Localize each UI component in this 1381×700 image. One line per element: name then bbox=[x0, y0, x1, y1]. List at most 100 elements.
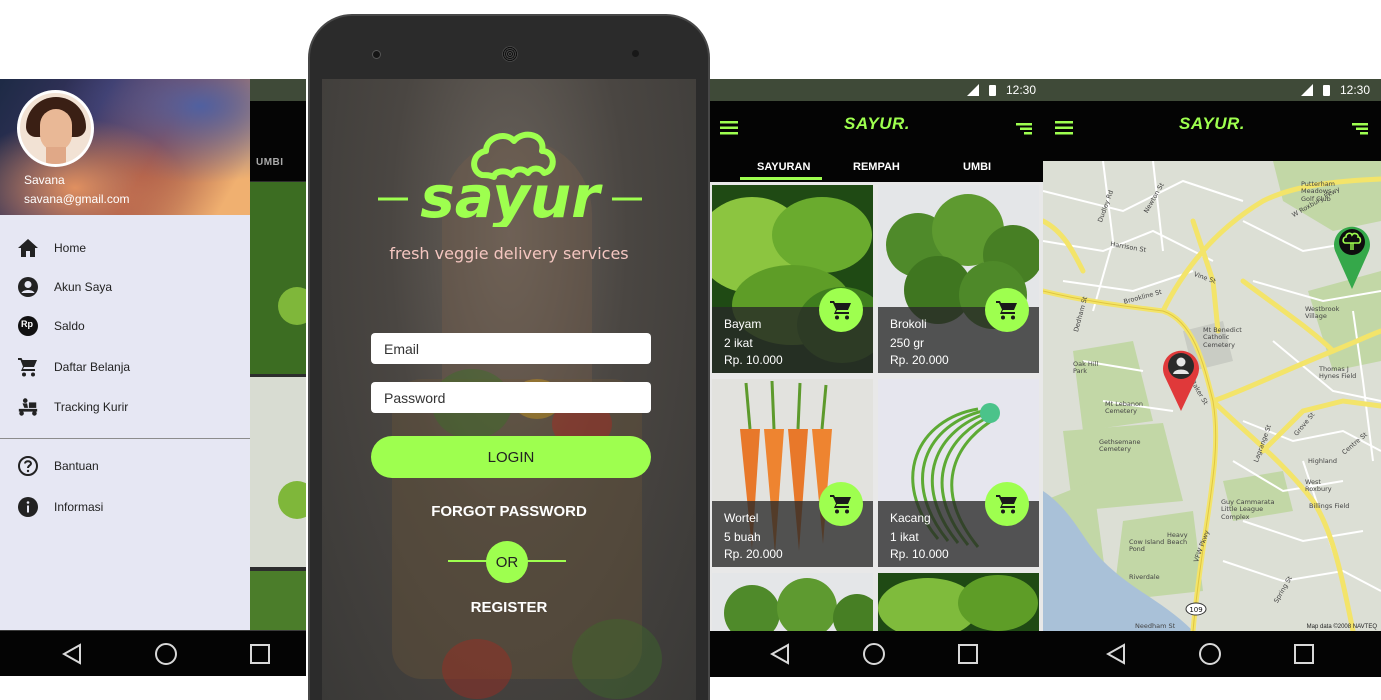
product-qty: 5 buah bbox=[724, 530, 761, 544]
product-qty: 2 ikat bbox=[724, 336, 753, 350]
cart-icon bbox=[830, 301, 851, 320]
store-location-pin[interactable] bbox=[1332, 223, 1372, 289]
product-qty: 1 ikat bbox=[890, 530, 919, 544]
underlying-card-image bbox=[250, 571, 306, 630]
back-icon[interactable] bbox=[59, 642, 85, 666]
status-time: 12:30 bbox=[1340, 83, 1371, 97]
or-divider-left bbox=[448, 560, 488, 562]
balance-icon: Rp bbox=[17, 315, 39, 337]
phone-sensor bbox=[372, 50, 381, 59]
sayur-logo: sayur bbox=[378, 131, 642, 227]
showcase-canvas: UMBI Savana savana@gmail.com Home Akun S… bbox=[0, 0, 1381, 700]
recents-icon[interactable] bbox=[1291, 642, 1317, 666]
back-icon[interactable] bbox=[1103, 642, 1129, 666]
user-email: savana@gmail.com bbox=[24, 192, 130, 206]
signal-battery-icon bbox=[967, 84, 996, 96]
drawer-item-label: Bantuan bbox=[54, 459, 99, 473]
phone-speaker bbox=[502, 46, 518, 62]
cart-icon bbox=[996, 495, 1017, 514]
recents-icon[interactable] bbox=[955, 642, 981, 666]
home-circle-icon[interactable] bbox=[1197, 642, 1223, 666]
home-circle-icon[interactable] bbox=[861, 642, 887, 666]
product-card-brokoli[interactable]: Brokoli 250 gr Rp. 20.000 bbox=[878, 185, 1039, 373]
map-tiles: 109 bbox=[1043, 161, 1381, 631]
drawer-item-label: Saldo bbox=[54, 319, 85, 333]
product-name: Kacang bbox=[890, 511, 931, 525]
map-copyright: Map data ©2008 NAVTEQ bbox=[1306, 624, 1377, 630]
tab-rempah[interactable]: REMPAH bbox=[853, 161, 900, 173]
signal-battery-icon bbox=[1301, 84, 1330, 96]
avatar[interactable] bbox=[17, 90, 94, 167]
product-card-bayam[interactable]: Bayam 2 ikat Rp. 10.000 bbox=[712, 185, 873, 373]
status-bar: 12:30 bbox=[1043, 79, 1381, 101]
map-label-billings: Billings Field bbox=[1309, 502, 1350, 510]
android-nav-bar bbox=[1043, 631, 1381, 677]
logo-wordmark: sayur bbox=[420, 163, 603, 227]
drawer-item-informasi[interactable]: Informasi bbox=[0, 489, 250, 525]
drawer-item-tracking-kurir[interactable]: Tracking Kurir bbox=[0, 389, 250, 425]
add-to-cart-button[interactable] bbox=[819, 288, 863, 332]
drawer-divider bbox=[0, 438, 250, 439]
password-field[interactable] bbox=[371, 382, 651, 413]
drawer-item-akun-saya[interactable]: Akun Saya bbox=[0, 269, 250, 305]
map-label-guy-cammarata: Guy Cammarata Little League Complex bbox=[1221, 498, 1275, 521]
email-field[interactable] bbox=[371, 333, 651, 364]
balance-badge-text: Rp bbox=[21, 319, 33, 329]
product-card-kacang[interactable]: Kacang 1 ikat Rp. 10.000 bbox=[878, 379, 1039, 567]
add-to-cart-button[interactable] bbox=[985, 482, 1029, 526]
drawer-item-label: Daftar Belanja bbox=[54, 360, 131, 374]
phone-camera bbox=[632, 50, 639, 57]
map-label-thomas: Thomas J Hynes Field bbox=[1319, 365, 1357, 381]
menu-icon[interactable] bbox=[1055, 121, 1073, 140]
cart-icon bbox=[17, 356, 39, 378]
map-label-heavy-beach: Heavy Beach bbox=[1167, 531, 1188, 547]
drawer-item-label: Akun Saya bbox=[54, 280, 113, 294]
or-badge: OR bbox=[486, 541, 528, 583]
map-label-westbrook: Westbrook Village bbox=[1305, 305, 1340, 321]
map-label-riverdale: Riverdale bbox=[1129, 573, 1160, 581]
register-link[interactable]: REGISTER bbox=[322, 599, 696, 616]
drawer-item-bantuan[interactable]: Bantuan bbox=[0, 448, 250, 484]
product-price: Rp. 20.000 bbox=[890, 353, 949, 367]
android-nav-bar bbox=[710, 631, 1043, 677]
active-tab-indicator bbox=[740, 177, 822, 180]
map-screen: 12:30 SAYUR. 109 Putterham Meadows Golf … bbox=[1043, 79, 1381, 677]
product-price: Rp. 10.000 bbox=[724, 353, 783, 367]
drawer-item-saldo[interactable]: Rp Saldo bbox=[0, 308, 250, 344]
background-veggie bbox=[442, 639, 512, 699]
filter-icon[interactable] bbox=[1352, 122, 1368, 140]
underlying-tab-umbi: UMBI bbox=[256, 157, 284, 168]
underlying-card-image bbox=[250, 182, 306, 374]
map-label-west-roxbury: West Roxbury bbox=[1305, 478, 1332, 494]
brand-title: SAYUR. bbox=[1179, 114, 1245, 133]
product-qty: 250 gr bbox=[890, 336, 925, 350]
add-to-cart-button[interactable] bbox=[985, 288, 1029, 332]
user-location-pin[interactable] bbox=[1161, 347, 1201, 411]
product-name: Bayam bbox=[724, 317, 762, 331]
back-icon[interactable] bbox=[767, 642, 793, 666]
drawer-item-label: Informasi bbox=[54, 500, 104, 514]
tab-sayuran[interactable]: SAYURAN bbox=[757, 161, 810, 173]
menu-icon[interactable] bbox=[720, 121, 738, 140]
home-circle-icon[interactable] bbox=[153, 642, 179, 666]
underlying-status-bar bbox=[250, 79, 306, 101]
account-icon bbox=[17, 276, 39, 298]
product-card-wortel[interactable]: Wortel 5 buah Rp. 20.000 bbox=[712, 379, 873, 567]
login-button[interactable]: LOGIN bbox=[371, 436, 651, 478]
add-to-cart-button[interactable] bbox=[819, 482, 863, 526]
home-icon bbox=[17, 237, 39, 259]
drawer-item-daftar-belanja[interactable]: Daftar Belanja bbox=[0, 349, 250, 385]
map-view[interactable]: 109 Putterham Meadows Golf Club Westbroo… bbox=[1043, 161, 1381, 631]
svg-text:109: 109 bbox=[1189, 606, 1202, 614]
map-label-gethsemane: Gethsemane Cemetery bbox=[1099, 438, 1141, 454]
help-icon bbox=[17, 455, 39, 477]
filter-icon[interactable] bbox=[1016, 122, 1032, 140]
status-bar: 12:30 bbox=[710, 79, 1043, 101]
tagline: fresh veggie delivery services bbox=[389, 244, 629, 263]
recents-icon[interactable] bbox=[247, 642, 273, 666]
tab-umbi[interactable]: UMBI bbox=[963, 161, 991, 173]
forgot-password-link[interactable]: FORGOT PASSWORD bbox=[322, 503, 696, 520]
product-image-partial bbox=[878, 573, 1039, 633]
drawer-item-label: Tracking Kurir bbox=[54, 400, 129, 414]
drawer-item-home[interactable]: Home bbox=[0, 230, 250, 266]
